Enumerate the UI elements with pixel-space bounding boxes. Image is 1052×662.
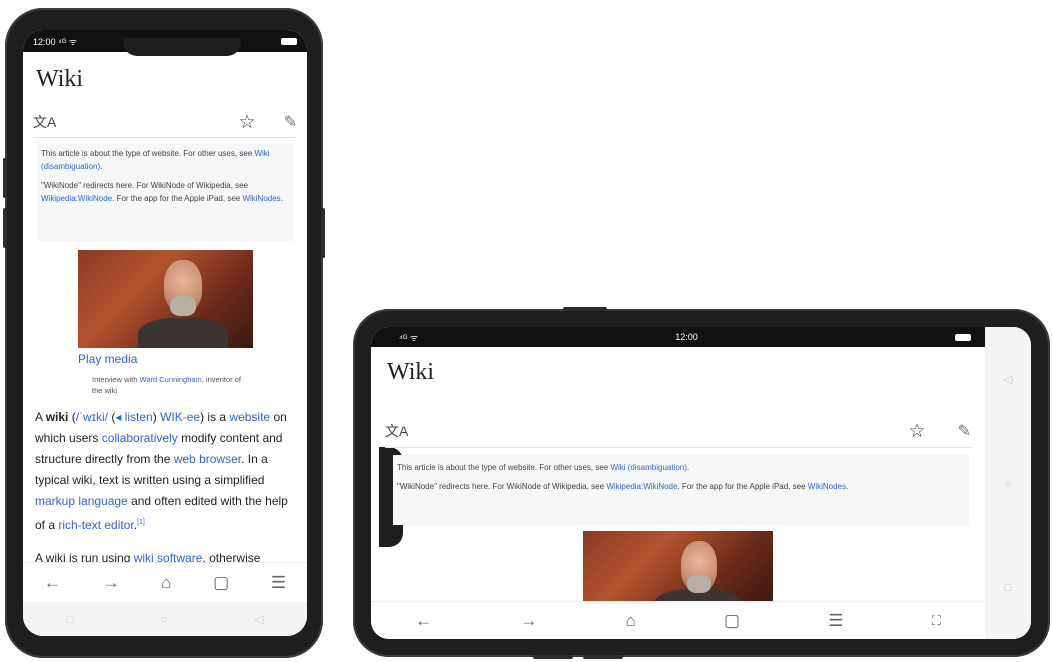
web-browser-link[interactable]: web browser	[174, 452, 241, 466]
volume-button	[3, 158, 7, 198]
home-icon[interactable]: ⌂	[161, 573, 171, 593]
respell-link[interactable]: WIK-ee	[160, 410, 200, 424]
article-toolbar: 文A ☆ ✎	[33, 107, 297, 138]
disambiguation-link[interactable]: Wiki (disambiguation)	[610, 463, 686, 472]
collaboratively-link[interactable]: collaboratively	[102, 431, 178, 445]
ipa-link[interactable]: /ˈwɪki/	[76, 410, 108, 424]
media-caption: Interview with Ward Cunningham, inventor…	[92, 375, 241, 395]
portrait-screen: 12:00 ⁴ᴳ ᯤ Wiki 文A ☆ ✎ This article is a…	[23, 30, 307, 636]
wikinode-wikipedia-link[interactable]: Wikipedia:WikiNode	[606, 482, 677, 491]
browser-bottom-bar: ← → ⌂ ▢ ☰ ⛶	[371, 601, 985, 639]
rich-text-editor-link[interactable]: rich-text editor	[58, 518, 133, 532]
intro-paragraph: A wiki (/ˈwɪki/ (◂ listen) WIK-ee) is a …	[35, 410, 288, 532]
page-title: Wiki	[387, 359, 435, 385]
status-time: 12:00 ⁴ᴳ ᯤ	[33, 36, 78, 47]
volume-button	[583, 655, 623, 659]
notch	[123, 38, 241, 56]
back-nav-icon[interactable]: ◁	[254, 612, 263, 626]
star-icon[interactable]: ☆	[239, 111, 256, 134]
translate-icon[interactable]: 文A	[33, 112, 56, 132]
signal-icon: ⁴ᴳ ᯤ	[399, 332, 419, 343]
media-thumbnail[interactable]	[78, 250, 253, 348]
status-bar: ⁴ᴳ ᯤ 12:00	[371, 327, 985, 347]
home-nav-icon[interactable]: ○	[160, 612, 167, 626]
article-toolbar: 文A ☆ ✎	[385, 415, 971, 448]
back-nav-icon[interactable]: ◁	[1003, 372, 1012, 386]
home-icon[interactable]: ⌂	[626, 611, 636, 631]
page-title: Wiki	[36, 66, 84, 92]
hatnote-disambiguation: This article is about the type of websit…	[397, 463, 690, 472]
recents-icon[interactable]: □	[66, 612, 73, 626]
landscape-screen: ⁴ᴳ ᯤ 12:00 Wiki 文A ☆ ✎ This article is a…	[371, 327, 1031, 639]
reference-link[interactable]: [1]	[137, 519, 145, 526]
system-nav-bar: □ ○ ◁	[23, 602, 307, 636]
hatnote-disambiguation: This article is about the type of websit…	[41, 149, 270, 171]
recents-icon[interactable]: □	[1004, 580, 1011, 594]
wikinode-wikipedia-link[interactable]: Wikipedia:WikiNode	[41, 194, 112, 203]
menu-icon[interactable]: ☰	[828, 611, 843, 631]
forward-icon[interactable]: →	[520, 611, 537, 631]
phone-portrait: 12:00 ⁴ᴳ ᯤ Wiki 文A ☆ ✎ This article is a…	[3, 8, 325, 658]
wikinodes-link[interactable]: WikiNodes	[808, 482, 846, 491]
edit-icon[interactable]: ✎	[284, 112, 297, 132]
back-icon[interactable]: ←	[44, 573, 61, 593]
wikinodes-link[interactable]: WikiNodes	[242, 194, 280, 203]
battery-icon	[281, 37, 297, 45]
website-link[interactable]: website	[229, 410, 270, 424]
forward-icon[interactable]: →	[103, 573, 120, 593]
status-time: 12:00	[675, 332, 698, 342]
hatnote: This article is about the type of websit…	[37, 143, 293, 241]
play-media-link[interactable]: Play media	[78, 352, 137, 366]
power-button	[563, 307, 607, 311]
hatnote-redirect: "WikiNode" redirects here. For WikiNode …	[41, 181, 283, 203]
hatnote: This article is about the type of websit…	[393, 455, 969, 525]
system-nav-bar: ◁ ○ □	[985, 327, 1031, 639]
power-button	[321, 208, 325, 258]
edit-icon[interactable]: ✎	[958, 421, 971, 441]
volume-button	[533, 655, 573, 659]
back-icon[interactable]: ←	[415, 611, 432, 631]
browser-bottom-bar: ← → ⌂ ▢ ☰	[23, 562, 307, 603]
battery-icon	[955, 333, 971, 341]
media-thumbnail[interactable]	[583, 531, 773, 601]
home-nav-icon[interactable]: ○	[1004, 476, 1011, 490]
ward-cunningham-link[interactable]: Ward Cunningham	[140, 375, 202, 384]
translate-icon[interactable]: 文A	[385, 421, 408, 441]
phone-landscape: ⁴ᴳ ᯤ 12:00 Wiki 文A ☆ ✎ This article is a…	[353, 307, 1050, 659]
volume-button	[3, 208, 7, 248]
markup-language-link[interactable]: markup language	[35, 494, 128, 508]
star-icon[interactable]: ☆	[909, 420, 926, 443]
listen-link[interactable]: ◂ listen	[115, 410, 152, 424]
tabs-icon[interactable]: ▢	[724, 611, 740, 631]
tabs-icon[interactable]: ▢	[213, 573, 229, 593]
menu-icon[interactable]: ☰	[271, 573, 286, 593]
hatnote-redirect: "WikiNode" redirects here. For WikiNode …	[397, 482, 849, 491]
fullscreen-icon[interactable]: ⛶	[932, 613, 941, 629]
